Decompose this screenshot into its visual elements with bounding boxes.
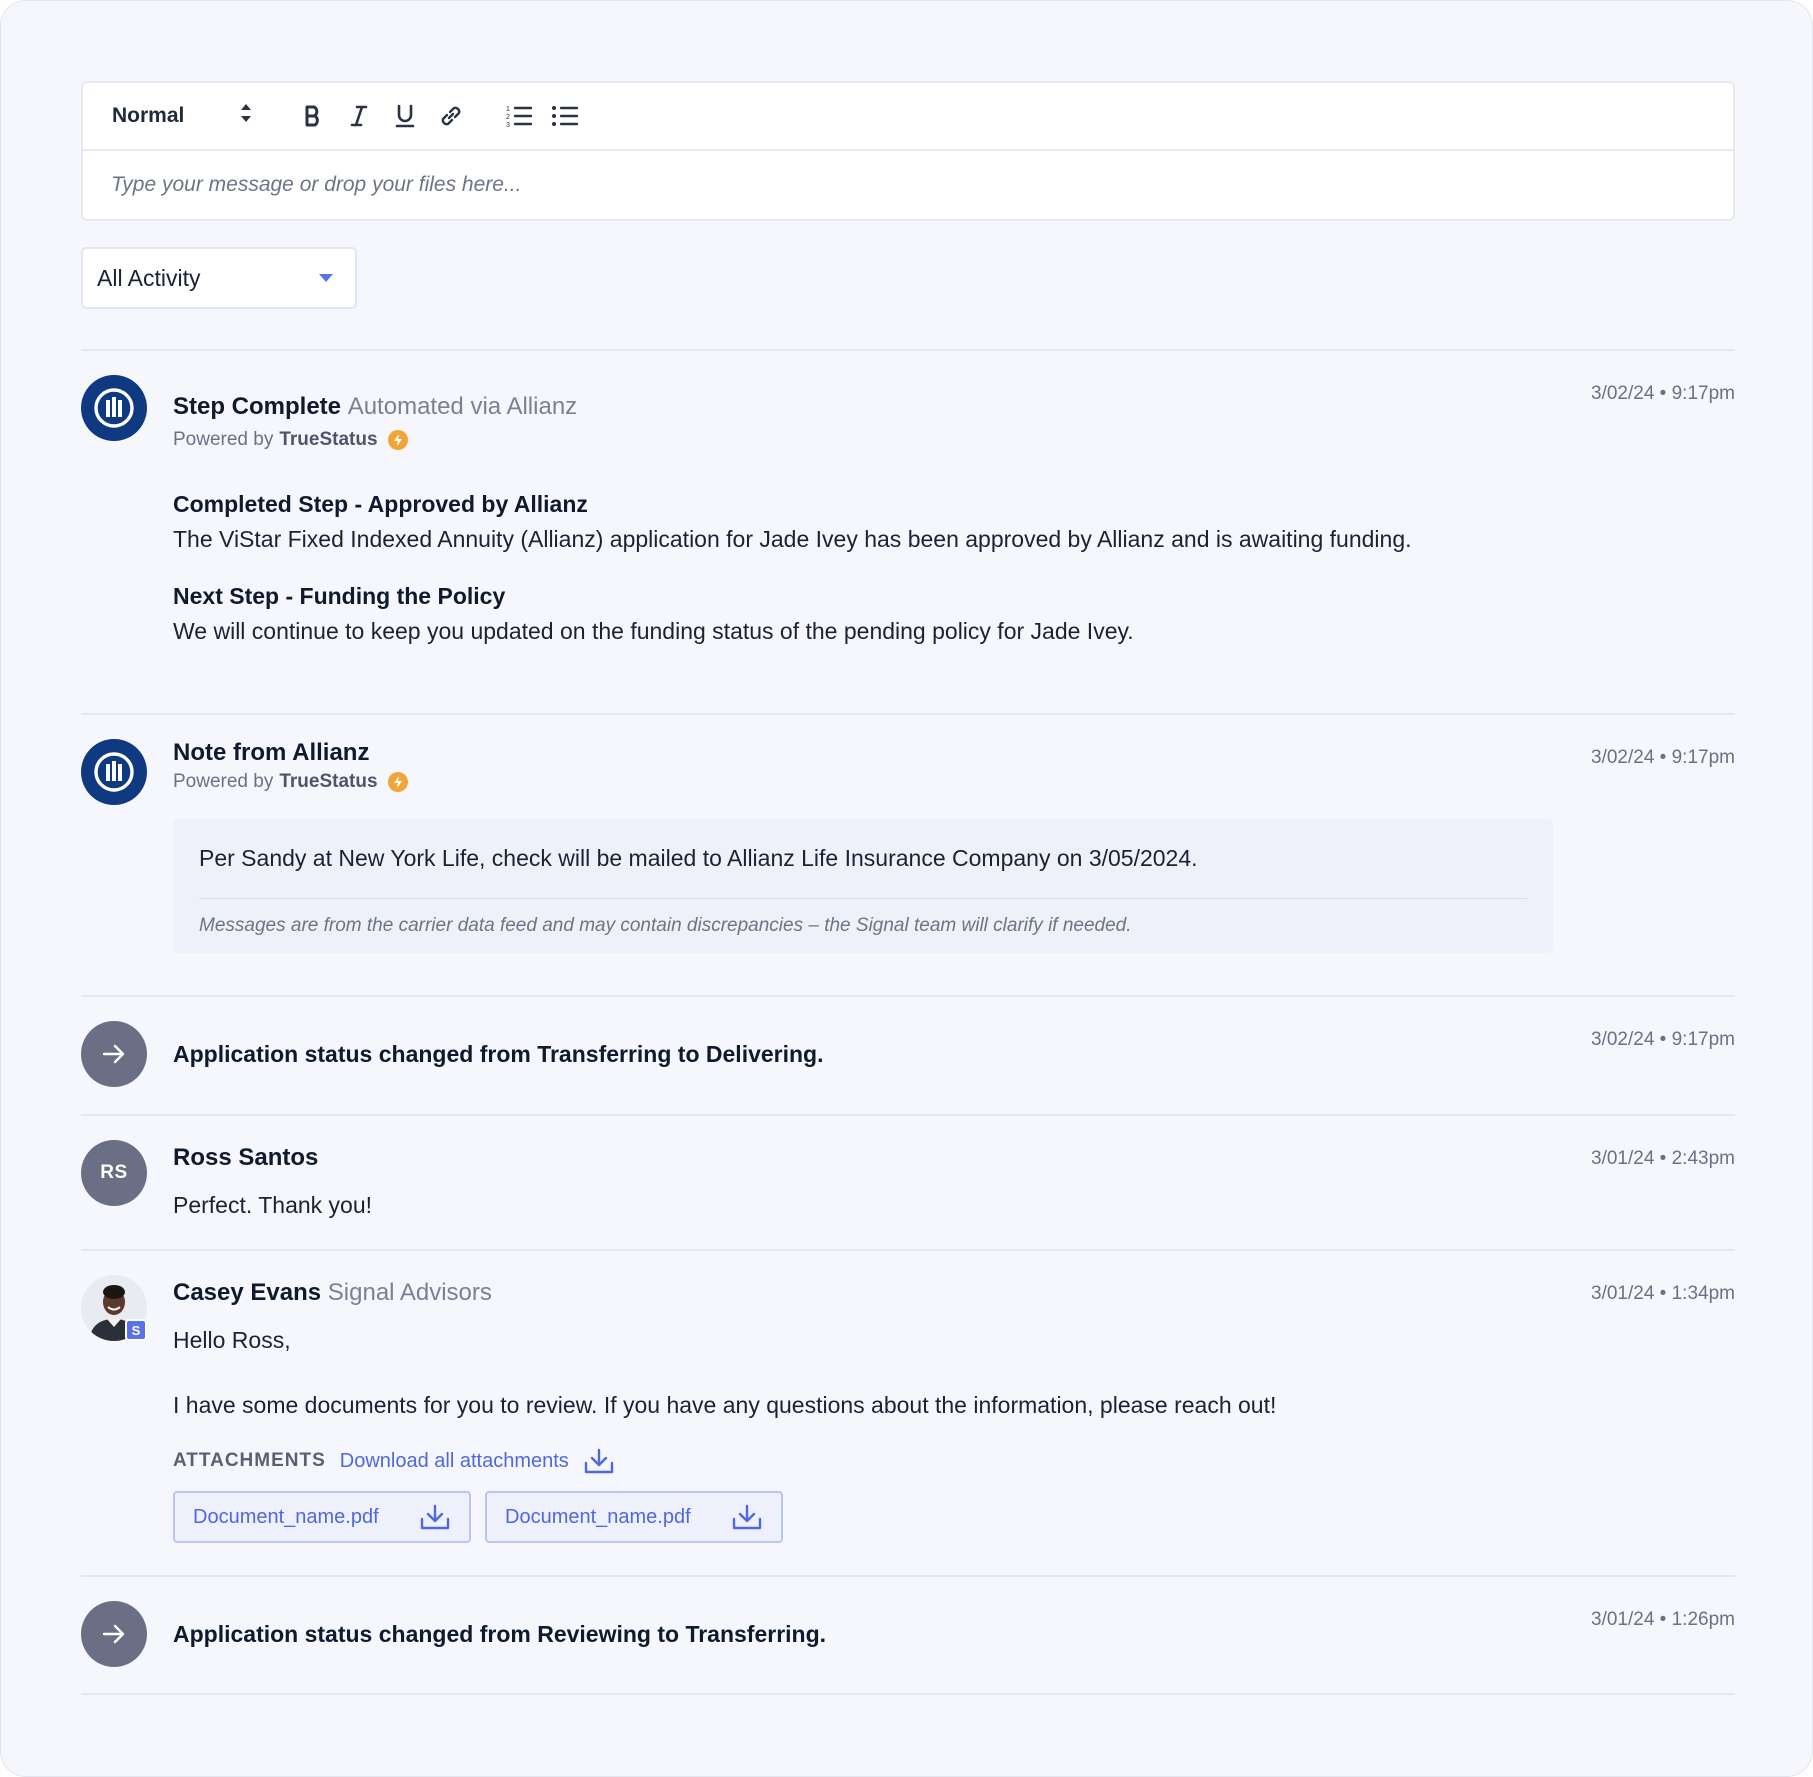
timestamp: 3/01/24 • 2:43pm — [1591, 1148, 1735, 1169]
attachment-filename: Document_name.pdf — [193, 1505, 379, 1528]
activity-filter-dropdown[interactable]: All Activity — [81, 247, 357, 309]
lightning-bolt-icon — [387, 430, 408, 450]
powered-by-brand: TrueStatus — [279, 429, 378, 450]
carrier-note-disclaimer: Messages are from the carrier data feed … — [199, 915, 1132, 936]
timestamp: 3/01/24 • 1:26pm — [1591, 1609, 1735, 1630]
avatar: RS — [81, 1140, 147, 1206]
allianz-logo-icon — [81, 739, 147, 805]
download-icon — [731, 1503, 763, 1531]
arrow-right-icon — [81, 1021, 147, 1087]
allianz-logo-icon — [81, 375, 147, 441]
format-buttons: 123 — [290, 96, 588, 136]
arrow-right-icon — [81, 1601, 147, 1667]
text-format-label: Normal — [112, 104, 185, 127]
item-title: Step Complete Automated via Allianz — [173, 393, 1735, 421]
item-title-text: Step Complete — [173, 393, 342, 420]
completed-step-text: The ViStar Fixed Indexed Annuity (Allian… — [173, 526, 1412, 552]
link-button[interactable] — [428, 96, 474, 136]
activity-content: Normal 123 Type your message or drop you… — [81, 81, 1735, 1695]
lightning-bolt-icon — [387, 772, 408, 792]
download-icon[interactable] — [583, 1447, 615, 1475]
text-format-select[interactable]: Normal — [112, 102, 252, 130]
bold-button[interactable] — [290, 96, 336, 136]
download-icon — [419, 1503, 451, 1531]
message-editor: Normal 123 Type your message or drop you… — [81, 81, 1735, 221]
timestamp: 3/01/24 • 1:34pm — [1591, 1283, 1735, 1304]
activity-filter-value: All Activity — [97, 264, 201, 291]
feed-item-comment: RS 3/01/24 • 2:43pm Ross Santos Perfect.… — [81, 1116, 1735, 1249]
feed-item-step-complete: 3/02/24 • 9:17pm Step Complete Automated… — [81, 351, 1735, 713]
next-step-text: We will continue to keep you updated on … — [173, 618, 1134, 644]
attachment-file[interactable]: Document_name.pdf — [485, 1491, 783, 1543]
item-title: Note from Allianz — [173, 739, 370, 766]
timestamp: 3/02/24 • 9:17pm — [1591, 1029, 1735, 1050]
powered-by-prefix: Powered by — [173, 771, 274, 792]
powered-by: Powered by TrueStatus — [173, 429, 1735, 451]
timestamp: 3/02/24 • 9:17pm — [1591, 747, 1735, 768]
bold-icon — [305, 105, 319, 127]
comment-text: I have some documents for you to review.… — [173, 1392, 1277, 1418]
attachment-filename: Document_name.pdf — [505, 1505, 691, 1528]
editor-toolbar: Normal 123 — [83, 83, 1733, 151]
underline-icon — [395, 104, 415, 128]
attachment-file[interactable]: Document_name.pdf — [173, 1491, 471, 1543]
italic-icon — [350, 105, 368, 127]
next-step-heading: Next Step - Funding the Policy — [173, 583, 506, 609]
author-name: Ross Santos — [173, 1144, 319, 1171]
powered-by-prefix: Powered by — [173, 429, 274, 450]
feed-item-comment: S 3/01/24 • 1:34pm Casey Evans Signal Ad… — [81, 1251, 1735, 1575]
ordered-list-icon: 123 — [506, 106, 533, 128]
divider — [81, 1693, 1735, 1695]
link-icon — [441, 106, 461, 126]
svg-text:1: 1 — [506, 106, 510, 113]
avatar: S — [81, 1275, 147, 1341]
carrier-note-message: Per Sandy at New York Life, check will b… — [199, 845, 1198, 871]
comment-greeting: Hello Ross, — [173, 1327, 291, 1353]
powered-by-brand: TrueStatus — [279, 771, 378, 792]
status-change-text: Application status changed from Reviewin… — [173, 1621, 827, 1647]
item-subtitle: Automated via Allianz — [347, 393, 578, 420]
author-name: Casey Evans — [173, 1279, 322, 1306]
download-all-link[interactable]: Download all attachments — [340, 1450, 569, 1473]
author-line: Casey Evans Signal Advisors — [173, 1279, 1735, 1307]
completed-step-heading: Completed Step - Approved by Allianz — [173, 491, 588, 517]
underline-button[interactable] — [382, 96, 428, 136]
status-change-text: Application status changed from Transfer… — [173, 1041, 824, 1067]
ordered-list-button[interactable]: 123 — [496, 96, 542, 136]
org-badge: S — [125, 1319, 147, 1341]
italic-button[interactable] — [336, 96, 382, 136]
attachments-label: ATTACHMENTS — [173, 1450, 326, 1471]
author-org: Signal Advisors — [327, 1279, 492, 1306]
powered-by: Powered by TrueStatus — [173, 771, 1735, 793]
dropdown-triangle-icon — [319, 274, 333, 282]
activity-panel: Normal 123 Type your message or drop you… — [0, 0, 1813, 1777]
timestamp: 3/02/24 • 9:17pm — [1591, 383, 1735, 404]
svg-text:2: 2 — [506, 114, 510, 121]
attachment-list: Document_name.pdf Document_name.pdf — [173, 1491, 1735, 1543]
feed-item-status-change: 3/01/24 • 1:26pm Application status chan… — [81, 1577, 1735, 1693]
comment-text: Perfect. Thank you! — [173, 1192, 373, 1218]
svg-text:3: 3 — [506, 122, 510, 128]
bullet-list-icon — [552, 106, 579, 126]
carrier-note-box: Per Sandy at New York Life, check will b… — [173, 819, 1553, 953]
attachments-header: ATTACHMENTS Download all attachments — [173, 1447, 1735, 1475]
bullet-list-button[interactable] — [542, 96, 588, 136]
feed-item-status-change: 3/02/24 • 9:17pm Application status chan… — [81, 997, 1735, 1114]
feed-item-note: 3/02/24 • 9:17pm Note from Allianz Power… — [81, 715, 1735, 995]
updown-caret-icon — [240, 102, 252, 130]
message-input[interactable]: Type your message or drop your files her… — [83, 151, 1733, 219]
